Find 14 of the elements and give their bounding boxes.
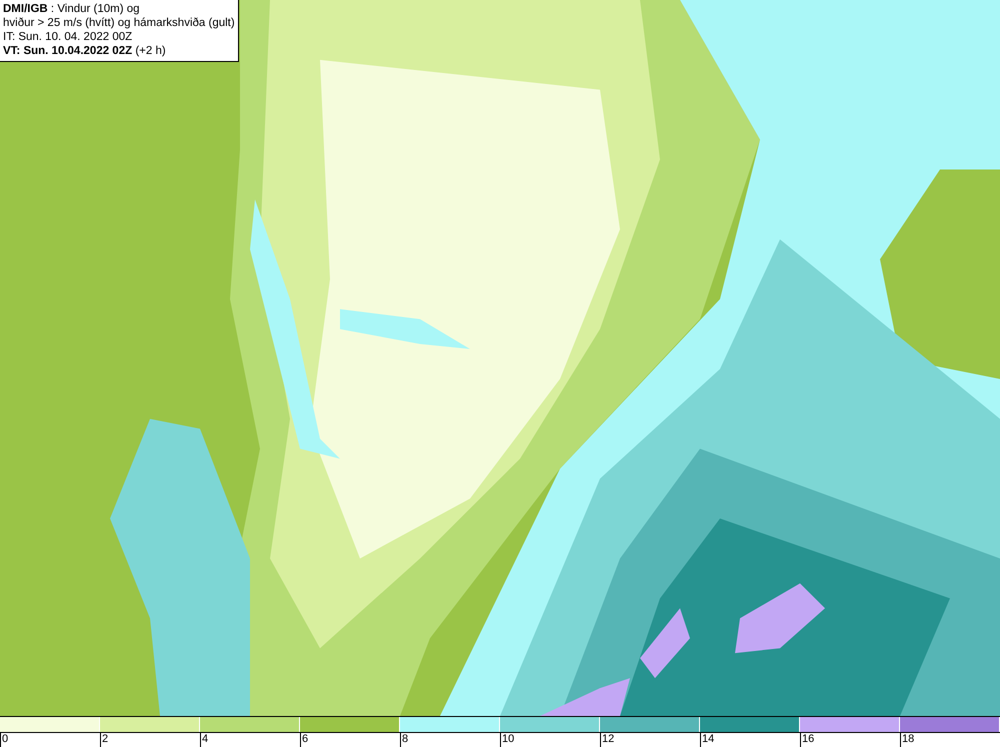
info-text: DMI/IGB : Vindur (10m) og [3, 2, 141, 16]
legend-tick-label: 14 [702, 733, 714, 745]
legend-tick-label: 4 [202, 733, 208, 745]
legend-tick-label: 6 [302, 733, 308, 745]
legend-tick-label: 8 [402, 733, 408, 745]
legend-tick-label: 10 [502, 733, 514, 745]
legend-tick-label: 12 [602, 733, 614, 745]
info-text: hviður > 25 m/s (hvítt) og hámarkshviða (gult) [3, 16, 235, 30]
info-text: VT: Sun. 10.04.2022 02Z (+2 h) [3, 44, 167, 58]
legend-tick-label: 0 [2, 733, 8, 745]
legend-tick-label: 18 [902, 733, 914, 745]
legend-tick-label: 2 [102, 733, 108, 745]
info-text: IT: Sun. 10. 04. 2022 00Z [3, 30, 134, 44]
legend-tick-label: 16 [802, 733, 814, 745]
